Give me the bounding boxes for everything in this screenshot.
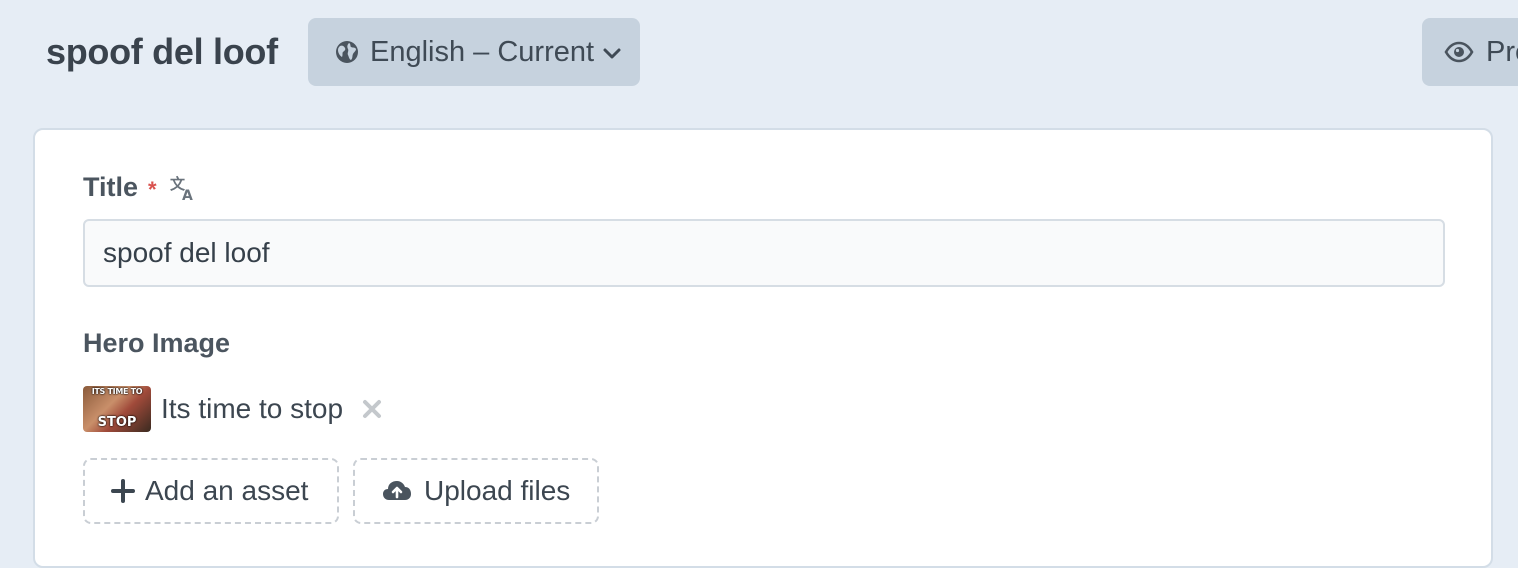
upload-files-button[interactable]: Upload files [353,458,599,524]
svg-text:A: A [182,188,193,202]
eye-icon [1444,41,1474,63]
translate-icon: 文 A [169,174,197,202]
title-field-label: Title * 文 A [83,172,197,203]
asset-name: Its time to stop [161,393,344,424]
upload-files-label: Upload files [424,475,571,506]
asset-thumbnail[interactable]: ITS TIME TO STOP [83,386,151,432]
locale-label: English – Current [370,35,595,68]
page-title: spoof del loof [46,31,278,72]
globe-icon [335,40,359,64]
preview-label: Preview [1486,35,1518,68]
title-label-text: Title [83,172,139,202]
close-icon[interactable] [361,398,383,420]
add-asset-button[interactable]: Add an asset [83,458,339,524]
hero-image-label: Hero Image [83,328,231,358]
thumbnail-caption-top: ITS TIME TO [91,387,143,396]
required-indicator: * [148,176,157,202]
cloud-upload-icon [382,479,412,503]
thumbnail-caption-bottom: STOP [97,415,137,430]
preview-button[interactable]: Preview [1422,18,1518,86]
selected-asset: ITS TIME TO STOP Its time to stop [83,386,383,432]
entry-form-card: Title * 文 A spoof del loof Hero Image IT… [33,128,1493,568]
title-input[interactable]: spoof del loof [83,219,1445,287]
plus-icon [111,479,135,503]
title-input-value: spoof del loof [103,237,270,268]
locale-dropdown-button[interactable]: English – Current [308,18,640,86]
chevron-down-icon [602,44,622,64]
add-asset-label: Add an asset [145,475,309,506]
